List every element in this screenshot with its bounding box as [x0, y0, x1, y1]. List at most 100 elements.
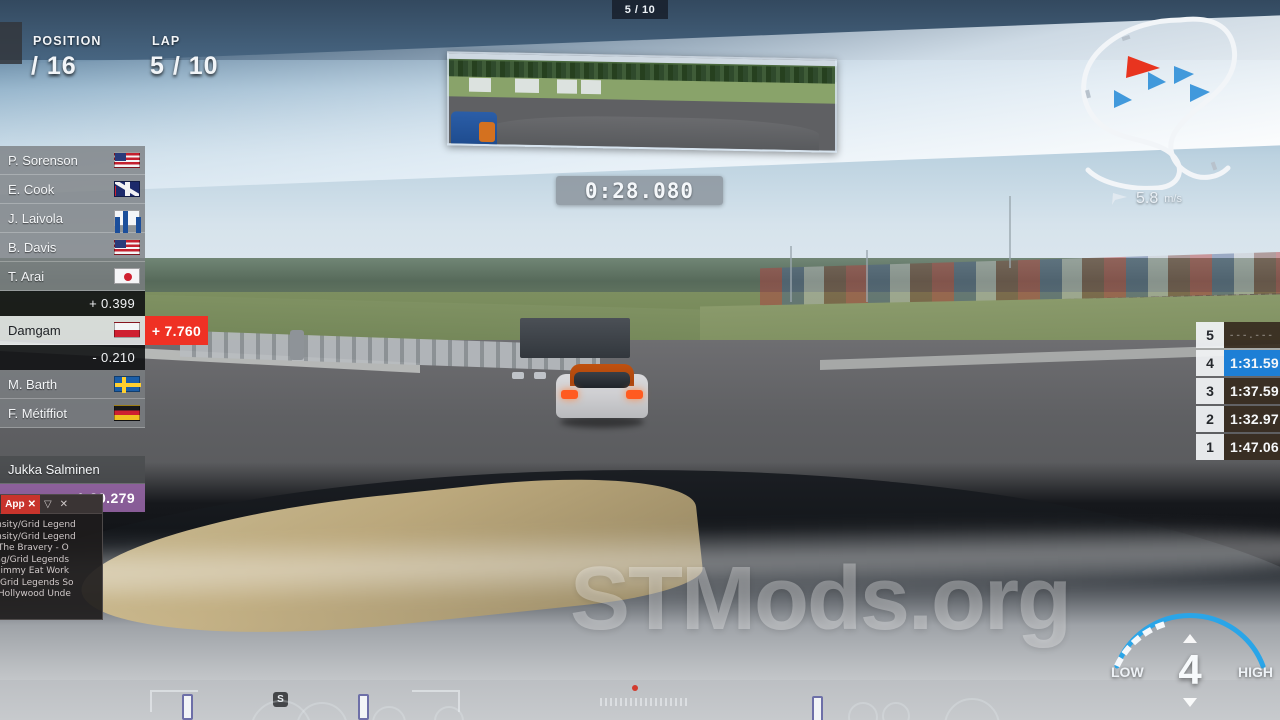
flag-united-states — [114, 239, 140, 255]
bias-low-label: LOW — [1111, 664, 1144, 680]
standings-row[interactable]: J. Laivola — [0, 204, 145, 233]
mirror-building — [469, 77, 491, 93]
minimap-track-lower — [1081, 17, 1183, 191]
driver-name: F. Métiffiot — [8, 405, 68, 421]
flag-finland — [114, 210, 140, 227]
standings-row[interactable]: M. Barth — [0, 370, 145, 399]
lap-time-row: 3 1:37.59 — [1196, 378, 1280, 404]
flag-germany — [114, 405, 140, 421]
debug-log-line: LowIntensity/Grid Legend — [0, 531, 76, 542]
lap-number: 1 — [1196, 434, 1224, 460]
debug-log-line: Waiting/Jimmy Eat Work — [0, 566, 70, 576]
mirror-car-trim — [479, 121, 495, 143]
player-name-row: Jukka Salminen — [0, 456, 145, 484]
flag-japan — [114, 268, 140, 284]
app-tab[interactable]: App ✕ — [1, 495, 40, 514]
standings-row-focus[interactable]: Damgam + 7.760 — [0, 316, 208, 345]
position-label: POSITION — [33, 34, 102, 48]
shift-light-left — [182, 694, 193, 720]
brake-bias-widget[interactable]: 4 LOW HIGH — [1105, 612, 1275, 717]
bias-increase-arrow-icon[interactable] — [1183, 634, 1197, 643]
mirror-building — [581, 79, 601, 95]
dash-tick-strip — [600, 698, 690, 706]
lap-time-row: 5- - - . - - - — [1196, 322, 1280, 348]
driver-name: B. Davis — [8, 239, 57, 255]
opponent-car-ahead — [556, 364, 648, 428]
standings-row[interactable]: E. Cook — [0, 175, 145, 204]
mirror-tree-line — [449, 60, 837, 84]
mirror-building — [557, 79, 577, 94]
standings-row[interactable]: P. Sorenson — [0, 146, 145, 175]
gap-above: + 0.399 — [0, 291, 145, 316]
driver-name: T. Arai — [8, 268, 45, 284]
shift-light-right — [358, 694, 369, 720]
light-pole — [866, 250, 868, 302]
lap-time-value: 1:37.59 — [1224, 378, 1280, 404]
lap-time-row: 1 1:47.06 — [1196, 434, 1280, 460]
light-pole — [1009, 196, 1011, 268]
lap-label: LAP — [152, 34, 181, 48]
driver-name: Damgam — [8, 322, 61, 338]
lap-time-value: 1:31.59 — [1224, 350, 1280, 376]
debug-log-line: Qualifying/Grid Legends — [0, 554, 70, 565]
standings-spacer — [0, 428, 145, 456]
rear-view-mirror — [447, 51, 837, 153]
trackside-sign — [290, 330, 304, 360]
driver-name: M. Barth — [8, 376, 58, 392]
debug-toolbar: ug App ✕ ▽ ✕ — [0, 495, 102, 514]
lap-number: 4 — [1196, 350, 1224, 376]
standings-row[interactable]: B. Davis — [0, 233, 145, 262]
lap-number: 5 — [1196, 322, 1224, 348]
bias-decrease-arrow-icon[interactable] — [1183, 698, 1197, 707]
grandstand-structure — [520, 318, 630, 358]
taillight-left — [561, 390, 578, 399]
dash-indicator — [812, 696, 823, 720]
lap-value: 5 / 10 — [150, 52, 219, 80]
lap-counter-chip: 5 / 10 — [612, 0, 668, 19]
position-icon — [0, 22, 22, 64]
wind-flag-icon — [1112, 193, 1127, 205]
driver-name: E. Cook — [8, 181, 55, 197]
light-pole — [790, 246, 792, 302]
distant-car — [534, 372, 546, 379]
car-rear-window — [574, 372, 630, 388]
taillight-right — [626, 390, 643, 399]
track-minimap — [1062, 8, 1267, 191]
app-tab-close-icon[interactable]: ✕ — [28, 495, 36, 514]
flag-united-kingdom — [114, 181, 140, 197]
flag-poland — [114, 322, 140, 338]
lap-time-row: 4 1:31.59 — [1196, 350, 1280, 376]
standings-row[interactable]: T. Arai — [0, 262, 145, 291]
game-screen: S 5 / 10 POSITION / 16 LAP 5 / 10 0:28.0… — [0, 0, 1280, 720]
lap-time-value: 1:47.06 — [1224, 434, 1280, 460]
close-icon[interactable]: ✕ — [56, 495, 72, 514]
debug-log-list: LowIntensity/Grid LegendLowIntensity/Gri… — [0, 514, 102, 601]
mirror-road-surface — [489, 114, 819, 153]
lap-time-row: 2 1:32.97 — [1196, 406, 1280, 432]
standings-row[interactable]: F. Métiffiot — [0, 399, 145, 428]
flag-sweden — [114, 376, 141, 393]
debug-log-line: LowIntensity/Grid Legend — [0, 520, 76, 530]
minimap-player-marker — [1126, 56, 1160, 78]
driver-name: J. Laivola — [8, 210, 63, 226]
bias-high-label: HIGH — [1238, 664, 1273, 680]
lap-time-value: - - - . - - - — [1224, 322, 1280, 348]
chevron-down-icon[interactable]: ▽ — [40, 495, 56, 514]
app-tab-label: App — [5, 498, 25, 510]
gap-badge: + 7.760 — [145, 316, 208, 345]
sector-timer-value: 0:28.080 — [584, 178, 695, 203]
wind-speed-value: 5.8 — [1136, 190, 1159, 207]
lap-time-value: 1:32.97 — [1224, 406, 1280, 432]
debug-app-overlay[interactable]: ug App ✕ ▽ ✕ LowIntensity/Grid LegendLow… — [0, 494, 103, 620]
debug-log-line: Waiting/The Bravery - O — [0, 543, 69, 553]
lap-time-list: 5- - - . - - -4 1:31.59 3 1:37.59 2 1:32.97 1 1… — [1196, 322, 1280, 462]
driver-name: P. Sorenson — [8, 152, 78, 168]
debug-log-line: Practice/Grid Legends So — [0, 577, 74, 588]
gap-below: - 0.210 — [0, 345, 145, 370]
sector-timer: 0:28.080 — [556, 176, 723, 205]
position-value: / 16 — [31, 52, 77, 80]
minimap-sector-mark — [1210, 161, 1218, 171]
debug-log-line: Waiting/Hollywood Unde — [0, 589, 71, 599]
wind-speed-unit: m/s — [1164, 193, 1182, 205]
center-marker — [632, 685, 638, 691]
